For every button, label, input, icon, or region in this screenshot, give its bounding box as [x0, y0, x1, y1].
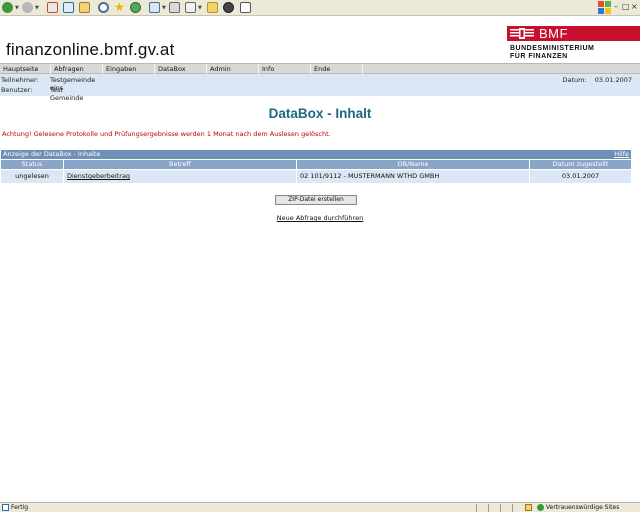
- cell-ob-name: 02 101/9112 - MUSTERMANN WTHD GMBH: [297, 170, 529, 183]
- messenger-icon[interactable]: [223, 2, 234, 13]
- nav-item-hauptseite[interactable]: Hauptseite: [0, 64, 51, 74]
- help-link[interactable]: Hilfe: [614, 150, 629, 159]
- column-header-date: Datum zugestellt: [530, 160, 631, 169]
- nav-item-databox[interactable]: DataBox: [155, 64, 207, 74]
- nav-item-eingaben[interactable]: Eingaben: [103, 64, 155, 74]
- status-panel: [512, 504, 523, 512]
- edit-icon[interactable]: [185, 2, 196, 13]
- lock-icon: [525, 504, 532, 511]
- column-header-status: Status: [1, 160, 63, 169]
- bmf-logo-line2: FÜR FINANZEN: [510, 53, 568, 60]
- site-title: finanzonline.bmf.gv.at: [6, 40, 175, 59]
- main-navigation: Hauptseite Abfragen Eingaben DataBox Adm…: [0, 63, 640, 74]
- browser-toolbar: ▼ ▼ ★ ▼ ▼ – □ ×: [0, 0, 640, 16]
- section-title: Anzeige der DataBox - Inhalte: [3, 150, 101, 158]
- history-icon[interactable]: [130, 2, 141, 13]
- status-panel: [488, 504, 499, 512]
- eagle-icon: [510, 28, 534, 39]
- column-header-subject: Betreff: [64, 160, 296, 169]
- close-button[interactable]: ×: [631, 2, 638, 11]
- page-title: DataBox - Inhalt: [268, 106, 372, 121]
- browser-status-bar: Fertig Vertrauenswürdige Sites: [0, 502, 640, 512]
- user-label: Benutzer:: [1, 86, 33, 94]
- cell-date: 03.01.2007: [530, 170, 631, 183]
- user-value: Test Gemeinde: [50, 86, 84, 102]
- bmf-logo-abbr: BMF: [539, 26, 568, 41]
- search-icon[interactable]: [98, 2, 109, 13]
- date-display: Datum: 03.01.2007: [563, 76, 632, 84]
- mail-icon[interactable]: [149, 2, 160, 13]
- bmf-logo-banner: BMF: [507, 26, 640, 41]
- security-zone-text: Vertrauenswürdige Sites: [546, 504, 620, 511]
- maximize-button[interactable]: □: [622, 2, 630, 11]
- page-status-icon: [2, 504, 9, 511]
- forward-icon[interactable]: [22, 2, 33, 13]
- status-text: Fertig: [11, 504, 29, 511]
- back-dropdown-icon[interactable]: ▼: [15, 5, 19, 11]
- minimize-button[interactable]: –: [614, 2, 618, 11]
- cell-status: ungelesen: [1, 170, 63, 183]
- date-value: 03.01.2007: [594, 76, 632, 84]
- bmf-logo: BMF BUNDESMINISTERIUM FÜR FINANZEN: [507, 26, 640, 61]
- subject-link[interactable]: Dienstgeberbeitrag: [67, 172, 130, 180]
- back-icon[interactable]: [2, 2, 13, 13]
- trusted-sites-icon: [537, 504, 544, 511]
- favorites-icon[interactable]: ★: [114, 1, 125, 13]
- deletion-warning: Achtung! Gelesene Protokolle und Prüfung…: [2, 130, 331, 138]
- cell-subject: Dienstgeberbeitrag: [64, 170, 296, 183]
- date-label: Datum:: [562, 76, 587, 84]
- participant-label: Teilnehmer:: [1, 76, 39, 84]
- table-row: ungelesen Dienstgeberbeitrag 02 101/9112…: [1, 170, 631, 183]
- status-panel: [476, 504, 487, 512]
- column-header-ob-name: OB/Name: [297, 160, 529, 169]
- edit-dropdown-icon[interactable]: ▼: [198, 5, 202, 11]
- create-zip-button[interactable]: ZIP-Datei erstellen: [275, 195, 357, 205]
- new-query-container: Neue Abfrage durchführen: [0, 214, 640, 222]
- home-icon[interactable]: [79, 2, 90, 13]
- stop-icon[interactable]: [47, 2, 58, 13]
- user-row: Benutzer: Test Gemeinde: [1, 86, 83, 102]
- table-section-header: Anzeige der DataBox - Inhalte Hilfe: [1, 150, 631, 159]
- folder-icon[interactable]: [207, 2, 218, 13]
- nav-item-abfragen[interactable]: Abfragen: [51, 64, 103, 74]
- nav-item-admin[interactable]: Admin: [207, 64, 259, 74]
- windows-logo-icon: [598, 1, 611, 14]
- page-icon[interactable]: [240, 2, 251, 13]
- forward-dropdown-icon[interactable]: ▼: [35, 5, 39, 11]
- user-info-band: Teilnehmer: Testgemeinde eins Benutzer: …: [0, 74, 640, 102]
- nav-item-ende[interactable]: Ende: [311, 64, 363, 74]
- nav-item-info[interactable]: Info: [259, 64, 311, 74]
- refresh-icon[interactable]: [63, 2, 74, 13]
- new-query-link[interactable]: Neue Abfrage durchführen: [277, 214, 363, 222]
- participant-row: Teilnehmer: Testgemeinde eins: [1, 76, 95, 92]
- site-header: finanzonline.bmf.gv.at BMF BUNDESMINISTE…: [0, 16, 640, 63]
- mail-dropdown-icon[interactable]: ▼: [162, 5, 166, 11]
- bmf-logo-line1: BUNDESMINISTERIUM: [510, 45, 595, 52]
- print-icon[interactable]: [169, 2, 180, 13]
- status-panel: [500, 504, 511, 512]
